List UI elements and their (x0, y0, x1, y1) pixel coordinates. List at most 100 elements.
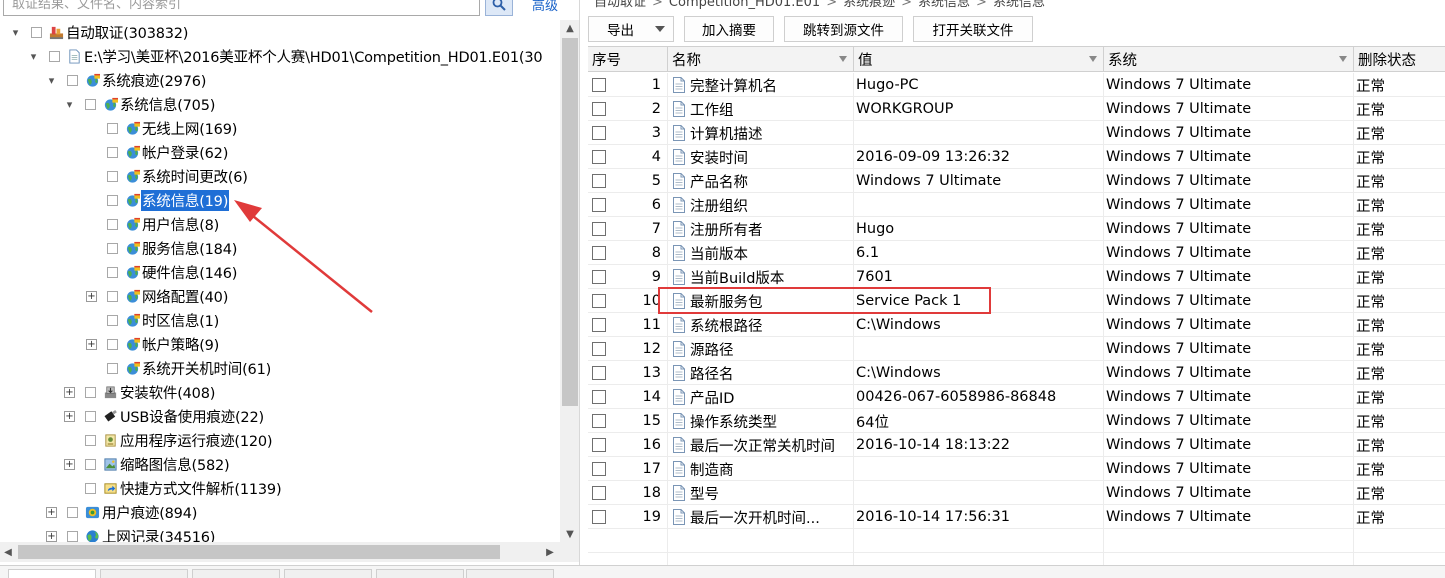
table-row[interactable]: 10 最新服务包 Service Pack 1 Windows 7 Ultimate 正… (588, 289, 1445, 313)
tree-checkbox[interactable] (67, 530, 78, 542)
row-checkbox[interactable] (592, 126, 606, 140)
row-checkbox[interactable] (592, 510, 606, 524)
advanced-search-link[interactable]: 高级 (532, 0, 558, 14)
tree-node-service-info[interactable]: 服务信息(184) (86, 236, 238, 260)
scroll-right-icon[interactable]: ▶ (542, 542, 558, 562)
collapse-icon[interactable]: ▾ (28, 50, 39, 63)
tree-checkbox[interactable] (107, 266, 118, 278)
filter-icon[interactable] (1339, 56, 1347, 62)
tree-checkbox[interactable] (67, 506, 78, 518)
breadcrumb-item[interactable]: 自动取证 (594, 0, 646, 10)
open-related-file-button[interactable]: 打开关联文件 (913, 16, 1033, 42)
tab-6[interactable] (466, 569, 554, 578)
row-checkbox[interactable] (592, 78, 606, 92)
tree-checkbox[interactable] (107, 194, 118, 206)
table-row[interactable]: 19 最后一次开机时间... 2016-10-14 17:56:31 Windows … (588, 505, 1445, 529)
tree-node-time-change[interactable]: 系统时间更改(6) (86, 164, 249, 188)
tree-checkbox[interactable] (49, 50, 60, 62)
tree-checkbox[interactable] (107, 170, 118, 182)
tree-checkbox[interactable] (107, 290, 118, 302)
add-summary-button[interactable]: 加入摘要 (684, 16, 774, 42)
filter-icon[interactable] (839, 56, 847, 62)
tree-node-thumbnail-info[interactable]: + 缩略图信息(582) (64, 452, 231, 476)
tree-node-installed-software[interactable]: + 安装软件(408) (64, 380, 216, 404)
tab-4[interactable] (284, 569, 372, 578)
expand-icon[interactable]: + (64, 386, 75, 398)
row-checkbox[interactable] (592, 438, 606, 452)
expand-icon[interactable]: + (46, 506, 57, 518)
tree-checkbox[interactable] (31, 26, 42, 38)
expand-icon[interactable]: + (64, 410, 75, 422)
table-row[interactable]: 1 完整计算机名 Hugo-PC Windows 7 Ultimate 正常 (588, 73, 1445, 97)
scroll-up-icon[interactable]: ▲ (560, 20, 579, 36)
breadcrumb-item[interactable]: 系统信息 (993, 0, 1045, 10)
table-row[interactable]: 17 制造商 Windows 7 Ultimate 正常 (588, 457, 1445, 481)
tree-checkbox[interactable] (85, 98, 96, 110)
tree-checkbox[interactable] (67, 74, 78, 86)
tree-checkbox[interactable] (107, 218, 118, 230)
scroll-down-icon[interactable]: ▼ (560, 526, 579, 542)
table-row[interactable]: 12 源路径 Windows 7 Ultimate 正常 (588, 337, 1445, 361)
tree-node-usb-traces[interactable]: + USB设备使用痕迹(22) (64, 404, 265, 428)
tree-node-user-info[interactable]: 用户信息(8) (86, 212, 220, 236)
tree-node-account-policy[interactable]: + 帐户策略(9) (86, 332, 220, 356)
collapse-icon[interactable]: ▾ (46, 74, 57, 87)
filter-icon[interactable] (1089, 56, 1097, 62)
scroll-thumb-horizontal[interactable] (18, 545, 500, 559)
table-row[interactable]: 9 当前Build版本 7601 Windows 7 Ultimate 正常 (588, 265, 1445, 289)
scroll-left-icon[interactable]: ◀ (0, 542, 16, 562)
scroll-thumb[interactable] (562, 38, 578, 406)
row-checkbox[interactable] (592, 150, 606, 164)
row-checkbox[interactable] (592, 198, 606, 212)
export-button[interactable]: 导出 (588, 16, 674, 42)
tree-node-boot-shutdown[interactable]: 系统开关机时间(61) (86, 356, 272, 380)
tree-vertical-scrollbar[interactable]: ▲ ▼ (560, 20, 579, 542)
tree-node-system-info-group[interactable]: ▾ 系统信息(705) (64, 92, 216, 116)
breadcrumb-item[interactable]: 系统痕迹 (843, 0, 895, 10)
expand-icon[interactable]: + (86, 290, 97, 302)
tree-checkbox[interactable] (85, 434, 96, 446)
column-header-system[interactable]: 系统 (1104, 47, 1354, 72)
column-header-no[interactable]: 序号 (588, 47, 668, 72)
goto-source-button[interactable]: 跳转到源文件 (784, 16, 903, 42)
row-checkbox[interactable] (592, 246, 606, 260)
tab-1[interactable] (8, 569, 96, 578)
row-checkbox[interactable] (592, 102, 606, 116)
tree-node-app-run-traces[interactable]: 应用程序运行痕迹(120) (64, 428, 273, 452)
table-row[interactable]: 4 安装时间 2016-09-09 13:26:32 Windows 7 Ultima… (588, 145, 1445, 169)
tree-checkbox[interactable] (107, 242, 118, 254)
table-row[interactable]: 16 最后一次正常关机时间 2016-10-14 18:13:22 Windows 7… (588, 433, 1445, 457)
table-row[interactable]: 5 产品名称 Windows 7 Ultimate Windows 7 Ultimat… (588, 169, 1445, 193)
table-row[interactable]: 18 型号 Windows 7 Ultimate 正常 (588, 481, 1445, 505)
tree-checkbox[interactable] (107, 314, 118, 326)
tree-checkbox[interactable] (85, 386, 96, 398)
tree-node-root[interactable]: ▾ 自动取证(303832) (10, 20, 189, 44)
tree-node-timezone-info[interactable]: 时区信息(1) (86, 308, 220, 332)
expand-icon[interactable]: + (86, 338, 97, 350)
tab-3[interactable] (192, 569, 280, 578)
tree-node-network-config[interactable]: + 网络配置(40) (86, 284, 229, 308)
chevron-down-icon[interactable] (655, 26, 665, 32)
tree-checkbox[interactable] (85, 458, 96, 470)
row-checkbox[interactable] (592, 462, 606, 476)
row-checkbox[interactable] (592, 390, 606, 404)
breadcrumb-item[interactable]: Competition_HD01.E01 (669, 0, 820, 10)
tree-checkbox[interactable] (107, 122, 118, 134)
tab-5[interactable] (376, 569, 464, 578)
tree-node-evidence-file[interactable]: ▾ E:\学习\美亚杯\2016美亚杯个人赛\HD01\Competition_H… (28, 44, 543, 68)
tree-checkbox[interactable] (107, 338, 118, 350)
collapse-icon[interactable]: ▾ (10, 26, 21, 39)
tree-checkbox[interactable] (85, 482, 96, 494)
table-row[interactable]: 11 系统根路径 C:\Windows Windows 7 Ultimate 正常 (588, 313, 1445, 337)
collapse-icon[interactable]: ▾ (64, 98, 75, 111)
tree-node-user-traces[interactable]: + 用户痕迹(894) (46, 500, 198, 524)
table-row[interactable]: 15 操作系统类型 64位 Windows 7 Ultimate 正常 (588, 409, 1445, 433)
tree-checkbox[interactable] (107, 362, 118, 374)
expand-icon[interactable]: + (46, 530, 57, 542)
breadcrumb-item[interactable]: 系统信息 (918, 0, 970, 10)
column-header-value[interactable]: 值 (854, 47, 1104, 72)
row-checkbox[interactable] (592, 174, 606, 188)
row-checkbox[interactable] (592, 318, 606, 332)
row-checkbox[interactable] (592, 222, 606, 236)
row-checkbox[interactable] (592, 342, 606, 356)
